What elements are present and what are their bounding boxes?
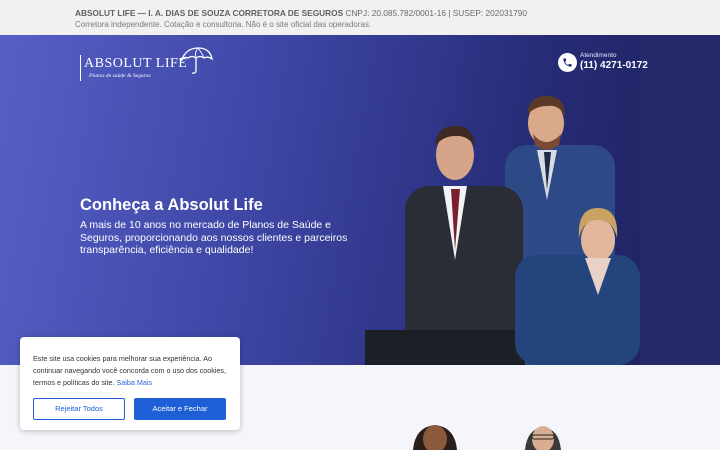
accept-close-button[interactable]: Aceitar e Fechar	[134, 398, 226, 420]
top-info-bar: ABSOLUT LIFE — I. A. DIAS DE SOUZA CORRE…	[0, 0, 720, 35]
team-photo	[365, 95, 640, 365]
umbrella-icon	[180, 47, 213, 74]
hero-description: A mais de 10 anos no mercado de Planos d…	[80, 219, 348, 256]
hero-section: ABSOLUT LIFE Planos de saúde & Seguros A…	[0, 35, 720, 365]
team-photo-lower	[413, 425, 561, 450]
phone-icon	[558, 53, 577, 72]
logo-divider	[80, 55, 81, 81]
cookie-banner: Este site usa cookies para melhorar sua …	[20, 337, 240, 430]
contact-label: Atendimento	[580, 52, 617, 59]
disclaimer: Corretora independente. Cotação e consul…	[75, 20, 372, 29]
logo-name: ABSOLUT LIFE	[84, 56, 188, 71]
cookie-message-container: Este site usa cookies para melhorar sua …	[33, 353, 233, 389]
logo[interactable]: ABSOLUT LIFE Planos de saúde & Seguros	[80, 45, 220, 85]
company-info: ABSOLUT LIFE — I. A. DIAS DE SOUZA CORRE…	[75, 7, 720, 19]
reject-all-button[interactable]: Rejeitar Todos	[33, 398, 125, 420]
logo-tagline: Planos de saúde & Seguros	[89, 73, 151, 79]
contact-number[interactable]: (11) 4271-0172	[580, 60, 648, 71]
company-name: ABSOLUT LIFE — I. A. DIAS DE SOUZA CORRE…	[75, 8, 344, 18]
cookie-learn-more-link[interactable]: Saiba Mais	[117, 378, 153, 387]
hero-title: Conheça a Absolut Life	[80, 196, 263, 214]
company-registration: CNPJ: 20.085.782/0001-16 | SUSEP: 202031…	[345, 8, 528, 18]
hero-right-panel	[640, 35, 720, 365]
